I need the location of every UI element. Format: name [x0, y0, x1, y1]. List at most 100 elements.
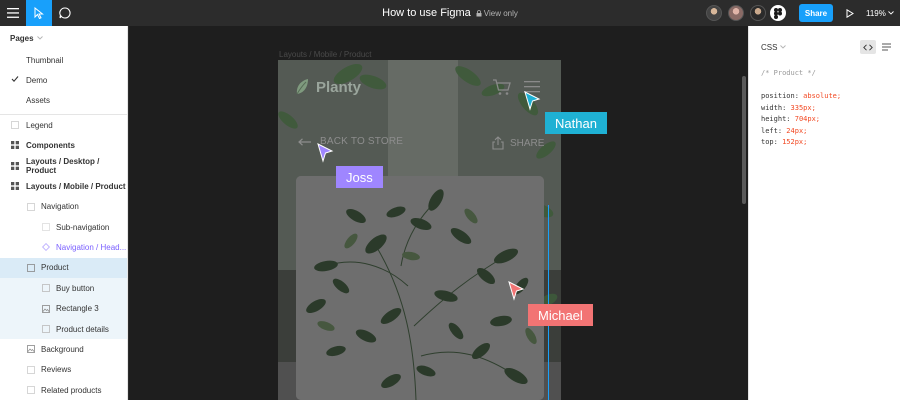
layer-label: Background — [41, 344, 84, 354]
layer-navigation[interactable]: Navigation — [0, 197, 127, 217]
layer-components[interactable]: Components — [0, 135, 127, 155]
frame-icon — [27, 263, 35, 272]
move-tool-button[interactable] — [26, 0, 52, 26]
checkmark-icon — [11, 76, 19, 83]
inspect-heading: CSS — [761, 42, 778, 52]
layer-background[interactable]: Background — [0, 339, 127, 359]
nathan-cursor-icon — [524, 91, 541, 111]
design-canvas[interactable]: Layouts / Mobile / Product Planty BACK T… — [129, 26, 748, 400]
chevron-down-icon — [888, 11, 894, 15]
share-button[interactable]: Share — [799, 4, 833, 22]
cart-icon[interactable] — [492, 78, 512, 96]
code-comment: /* Product */ — [761, 69, 816, 77]
layer-navigation-header[interactable]: Navigation / Head... — [0, 237, 127, 257]
layer-buy-button[interactable]: Buy button — [0, 278, 127, 299]
css-code-block[interactable]: /* Product */ position: absolute; width:… — [749, 68, 900, 149]
code-line: left: 24px; — [761, 126, 900, 138]
layer-layouts-desktop[interactable]: Layouts / Desktop / Product — [0, 156, 127, 176]
pointer-icon — [34, 7, 44, 19]
frame-icon — [42, 325, 50, 333]
page-label: Demo — [26, 75, 48, 85]
present-button[interactable] — [843, 0, 857, 26]
share-icon — [492, 136, 504, 150]
frame-grid-icon — [11, 141, 19, 150]
zoom-value: 119% — [866, 8, 886, 18]
code-spacer — [761, 80, 900, 92]
share-label: SHARE — [510, 137, 545, 149]
code-value: 335px; — [790, 103, 816, 112]
page-label: Assets — [26, 95, 51, 105]
collaborator-avatar[interactable] — [728, 5, 744, 21]
chevron-down-icon — [780, 45, 787, 49]
layer-label: Product details — [56, 324, 109, 334]
layer-label: Rectangle 3 — [56, 304, 99, 314]
back-to-store-link[interactable]: BACK TO STORE — [298, 136, 403, 147]
layer-reviews[interactable]: Reviews — [0, 360, 127, 380]
hamburger-icon — [7, 8, 19, 18]
zoom-control[interactable]: 119% — [866, 0, 894, 26]
frame-grid-icon — [11, 161, 19, 170]
page-item-assets[interactable]: Assets — [0, 90, 127, 110]
frame-label[interactable]: Layouts / Mobile / Product — [279, 50, 372, 59]
code-line: position: absolute; — [761, 91, 900, 103]
comment-tool-button[interactable] — [52, 0, 78, 26]
figma-logo-avatar[interactable] — [770, 5, 786, 21]
layer-label: Buy button — [56, 283, 95, 293]
layer-product-details[interactable]: Product details — [0, 318, 127, 340]
brand-logo[interactable]: Planty — [294, 78, 361, 96]
arrow-left-icon — [298, 137, 311, 146]
view-only-badge: View only — [476, 9, 518, 18]
layer-product[interactable]: Product — [0, 257, 127, 279]
frame-icon — [27, 202, 35, 211]
code-key: top: — [761, 138, 778, 146]
layer-sub-navigation[interactable]: Sub-navigation — [0, 217, 127, 237]
main-menu-button[interactable] — [0, 0, 26, 26]
code-view-button[interactable] — [860, 40, 876, 54]
collaborator-avatar[interactable] — [706, 5, 722, 21]
css-language-select[interactable]: CSS — [749, 26, 900, 68]
collaborator-tag-nathan: Nathan — [545, 112, 607, 134]
layer-label: Navigation / Head... — [56, 243, 127, 253]
canvas-scrollbar[interactable] — [742, 76, 746, 204]
layer-label: Reviews — [41, 365, 72, 375]
layer-layouts-mobile[interactable]: Layouts / Mobile / Product — [0, 176, 127, 196]
pages-header[interactable]: Pages — [0, 26, 127, 50]
code-key: height: — [761, 115, 791, 123]
frame-icon — [42, 284, 50, 293]
figma-logo-icon — [774, 7, 782, 19]
code-key: width: — [761, 103, 787, 112]
image-icon — [42, 304, 50, 313]
layer-label: Layouts / Mobile / Product — [26, 181, 126, 191]
list-icon — [881, 43, 891, 51]
view-only-label: View only — [483, 8, 518, 18]
code-value: absolute; — [803, 92, 842, 100]
layer-legend[interactable]: Legend — [0, 115, 127, 135]
inspect-panel: CSS /* Product */ position: absolute; wi… — [748, 26, 900, 400]
page-item-thumbnail[interactable]: Thumbnail — [0, 50, 127, 70]
layer-label: Navigation — [41, 202, 79, 212]
chevron-down-icon — [36, 36, 43, 40]
layer-label: Product — [41, 263, 69, 273]
layer-related-products[interactable]: Related products — [0, 380, 127, 400]
layer-label: Layouts / Desktop / Product — [26, 156, 100, 175]
page-label: Thumbnail — [26, 55, 64, 65]
layer-label: Related products — [41, 385, 102, 395]
frame-icon — [27, 386, 35, 394]
michael-cursor-icon — [508, 281, 525, 301]
file-title[interactable]: How to use Figma — [382, 7, 471, 19]
play-icon — [846, 8, 854, 18]
share-link[interactable]: SHARE — [492, 136, 544, 150]
collaborator-avatar[interactable] — [750, 5, 766, 21]
code-line: top: 152px; — [761, 137, 900, 149]
code-key: position: — [761, 92, 799, 100]
layer-label: Sub-navigation — [56, 222, 110, 232]
collaborator-tag-michael: Michael — [528, 304, 593, 326]
mobile-product-frame[interactable]: Planty BACK TO STORE SHARE — [278, 60, 561, 400]
code-icon — [863, 43, 873, 51]
page-item-demo[interactable]: Demo — [0, 70, 127, 90]
code-value: 152px; — [782, 138, 808, 146]
list-view-button[interactable] — [880, 41, 892, 53]
code-line: height: 704px; — [761, 114, 900, 126]
code-key: left: — [761, 126, 783, 135]
layer-rectangle-3[interactable]: Rectangle 3 — [0, 298, 127, 319]
